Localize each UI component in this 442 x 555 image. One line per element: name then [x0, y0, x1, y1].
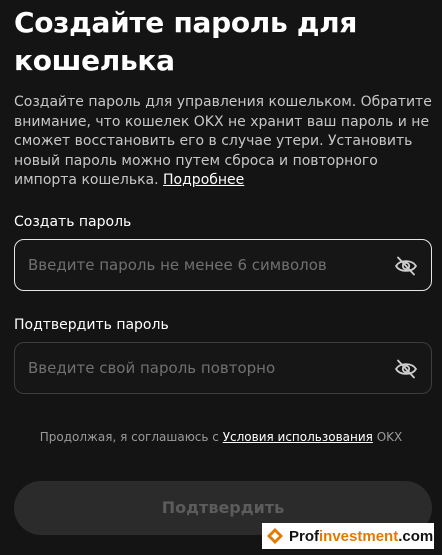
create-password-input[interactable] [28, 240, 368, 290]
terms-link[interactable]: Условия использования [223, 430, 373, 444]
learn-more-link[interactable]: Подробнее [163, 172, 244, 188]
terms-prefix: Продолжая, я соглашаюсь с [39, 430, 223, 444]
create-password-label: Создать пароль [14, 214, 132, 230]
watermark-text-accent: investment [319, 527, 399, 545]
watermark-text-suffix: .com [398, 527, 434, 545]
watermark-text: Profinvestment.com [289, 528, 433, 545]
eye-off-icon[interactable] [393, 357, 419, 381]
terms-suffix: OKX [372, 430, 403, 444]
confirm-password-label: Подтвердить пароль [14, 317, 169, 333]
confirm-password-input[interactable] [28, 343, 368, 393]
create-password-field[interactable] [14, 239, 432, 291]
watermark-logo-icon [267, 528, 283, 544]
eye-off-icon[interactable] [393, 254, 419, 278]
page-title: Создайте пароль для кошелька [14, 6, 358, 77]
watermark-text-prefix: Prof [289, 527, 319, 545]
confirm-password-field[interactable] [14, 342, 432, 394]
description: Создайте пароль для управления кошельком… [14, 93, 434, 191]
watermark: Profinvestment.com [262, 523, 434, 549]
terms-notice: Продолжая, я соглашаюсь с Условия исполь… [0, 430, 442, 444]
